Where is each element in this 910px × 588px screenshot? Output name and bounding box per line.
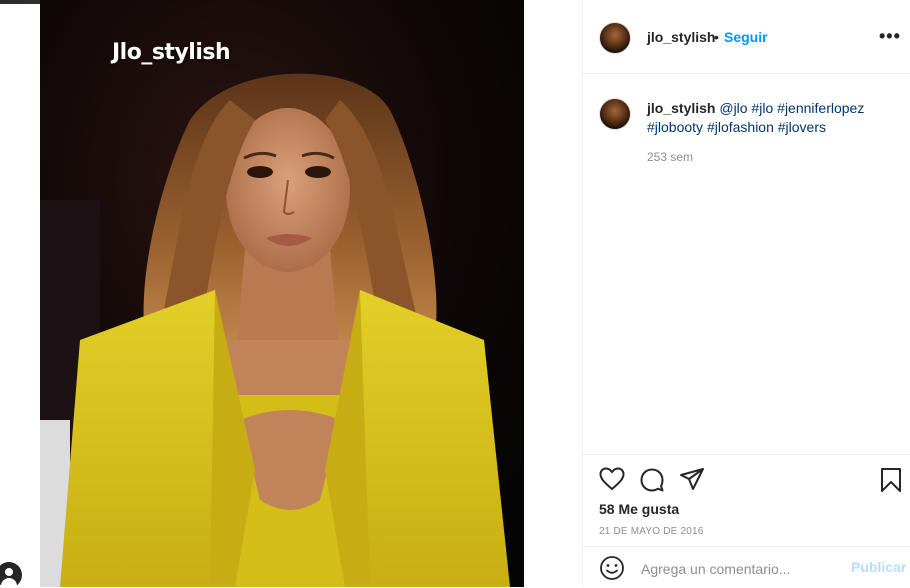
caption-mention[interactable]: @jlo	[719, 100, 747, 116]
bookmark-icon[interactable]	[879, 467, 903, 493]
post-comment-button[interactable]: Publicar	[851, 559, 906, 575]
likes-count[interactable]: 58 Me gusta	[599, 501, 679, 517]
caption-username[interactable]: jlo_stylish	[647, 100, 715, 116]
comment-input[interactable]	[639, 557, 843, 581]
header-avatar[interactable]	[599, 22, 631, 54]
modal-gap	[524, 0, 582, 587]
share-icon[interactable]	[679, 467, 705, 491]
header-username[interactable]: jlo_stylish	[647, 29, 715, 45]
post-sidebar: jlo_stylish • Seguir ••• jlo_stylish @jl…	[582, 0, 910, 587]
photo-watermark-text: Jlo_stylish	[112, 40, 231, 65]
comment-bar: Publicar	[583, 546, 910, 587]
backdrop-overlay	[0, 0, 40, 587]
comment-icon[interactable]	[639, 467, 665, 493]
caption-section: jlo_stylish @jlo #jlo #jenniferlopez #jl…	[583, 74, 910, 454]
caption-hashtag[interactable]: #jlofashion	[707, 119, 774, 135]
caption-hashtag[interactable]: #jlobooty	[647, 119, 703, 135]
caption-avatar[interactable]	[599, 98, 631, 130]
action-bar: 58 Me gusta 21 DE MAYO DE 2016	[583, 454, 910, 546]
caption-text: jlo_stylish @jlo #jlo #jenniferlopez #jl…	[647, 99, 897, 137]
caption-hashtag[interactable]: #jlovers	[778, 119, 826, 135]
photo-illustration	[40, 0, 524, 587]
emoji-icon[interactable]	[599, 555, 625, 581]
follow-button[interactable]: Seguir	[724, 29, 768, 45]
more-options-icon[interactable]: •••	[879, 27, 903, 46]
caption-hashtag[interactable]: #jlo	[751, 100, 773, 116]
post-photo[interactable]: Jlo_stylish	[40, 0, 524, 587]
post-date: 21 DE MAYO DE 2016	[599, 526, 704, 537]
caption-timestamp[interactable]: 253 sem	[647, 150, 693, 164]
header-separator: •	[714, 29, 719, 45]
caption-hashtag[interactable]: #jenniferlopez	[777, 100, 864, 116]
heart-icon[interactable]	[599, 467, 625, 491]
post-header: jlo_stylish • Seguir •••	[583, 0, 910, 74]
